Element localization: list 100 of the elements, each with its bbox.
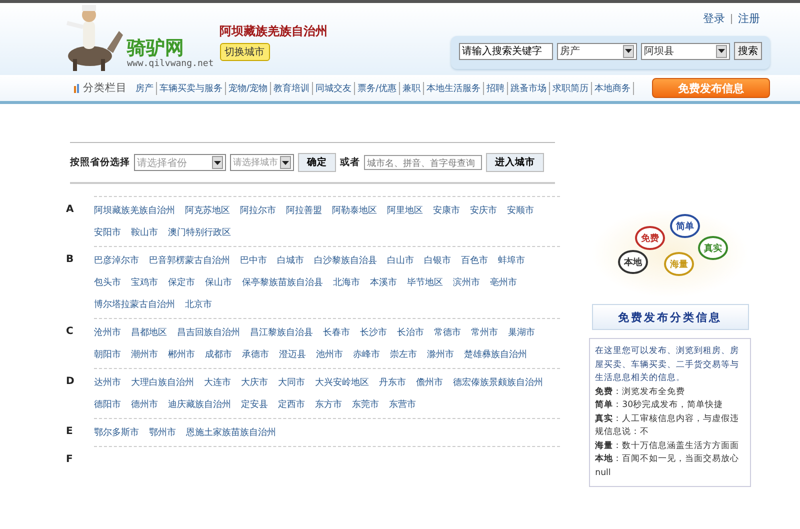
city-link[interactable]: 澳门特别行政区 xyxy=(168,222,231,244)
city-link[interactable]: 保山市 xyxy=(205,272,232,294)
nav-link[interactable]: 求职简历 xyxy=(550,82,592,94)
city-link[interactable]: 鞍山市 xyxy=(131,222,158,244)
nav-link[interactable]: 本地商务 xyxy=(592,82,634,94)
city-link[interactable]: 宝鸡市 xyxy=(131,272,158,294)
city-link[interactable]: 北京市 xyxy=(185,294,212,316)
city-link[interactable]: 巴彦淖尔市 xyxy=(94,250,139,272)
city-link[interactable]: 北海市 xyxy=(333,272,360,294)
city-link[interactable]: 澄迈县 xyxy=(279,344,306,366)
nav-link[interactable]: 跳蚤市场 xyxy=(508,82,550,94)
city-link[interactable]: 沧州市 xyxy=(94,322,121,344)
city-link[interactable]: 潮州市 xyxy=(131,344,158,366)
city-link[interactable]: 巴中市 xyxy=(240,250,267,272)
feature-text: 海量：数十万信息涵盖生活方方面面 xyxy=(595,440,740,452)
city-link[interactable]: 大同市 xyxy=(278,372,305,394)
city-link[interactable]: 阿勒泰地区 xyxy=(332,200,377,222)
city-link[interactable]: 池州市 xyxy=(316,344,343,366)
city-link[interactable]: 阿克苏地区 xyxy=(185,200,230,222)
city-link[interactable]: 巢湖市 xyxy=(508,322,535,344)
city-link[interactable]: 昌都地区 xyxy=(131,322,167,344)
county-dropdown[interactable]: 阿坝县 xyxy=(641,42,730,60)
city-link[interactable]: 赤峰市 xyxy=(353,344,380,366)
city-link[interactable]: 达州市 xyxy=(94,372,121,394)
city-link[interactable]: 常州市 xyxy=(471,322,498,344)
nav-link[interactable]: 票务/优惠 xyxy=(355,82,400,94)
city-link[interactable]: 定安县 xyxy=(241,394,268,416)
city-link[interactable]: 丹东市 xyxy=(379,372,406,394)
city-link[interactable]: 成都市 xyxy=(205,344,232,366)
city-link[interactable]: 百色市 xyxy=(461,250,488,272)
city-link[interactable]: 恩施土家族苗族自治州 xyxy=(186,422,276,444)
nav-link[interactable]: 本地生活服务 xyxy=(424,82,484,94)
city-link[interactable]: 阿坝藏族羌族自治州 xyxy=(94,200,175,222)
city-link[interactable]: 白城市 xyxy=(277,250,304,272)
city-link[interactable]: 大兴安岭地区 xyxy=(315,372,369,394)
city-link[interactable]: 昌江黎族自治县 xyxy=(250,322,313,344)
city-link[interactable]: 楚雄彝族自治州 xyxy=(464,344,527,366)
confirm-button[interactable]: 确定 xyxy=(298,153,336,172)
nav-link[interactable]: 车辆买卖与服务 xyxy=(157,82,226,94)
city-search-field[interactable]: 城市名、拼音、首字母查询 xyxy=(364,155,482,170)
city-link[interactable]: 安阳市 xyxy=(94,222,121,244)
city-link[interactable]: 鄂州市 xyxy=(149,422,176,444)
city-link[interactable]: 昌吉回族自治州 xyxy=(177,322,240,344)
nav-link[interactable]: 兼职 xyxy=(400,82,424,94)
city-link[interactable]: 毕节地区 xyxy=(407,272,443,294)
city-link[interactable]: 大庆市 xyxy=(241,372,268,394)
city-link[interactable]: 定西市 xyxy=(278,394,305,416)
city-link[interactable]: 长治市 xyxy=(397,322,424,344)
city-link[interactable]: 长春市 xyxy=(323,322,350,344)
search-button[interactable]: 搜索 xyxy=(734,42,762,60)
city-link[interactable]: 崇左市 xyxy=(390,344,417,366)
city-link[interactable]: 常德市 xyxy=(434,322,461,344)
nav-link[interactable]: 宠物/宠物 xyxy=(226,82,272,94)
city-link[interactable]: 白沙黎族自治县 xyxy=(314,250,377,272)
city-link[interactable]: 巴音郭楞蒙古自治州 xyxy=(149,250,230,272)
account-link[interactable]: 注册 xyxy=(738,11,760,26)
city-link[interactable]: 迪庆藏族自治州 xyxy=(168,394,231,416)
caret-icon xyxy=(623,44,634,58)
feature-text: 本地：百闻不如一见，当面交易放心 xyxy=(595,453,740,466)
city-link[interactable]: 承德市 xyxy=(242,344,269,366)
city-link[interactable]: 安庆市 xyxy=(470,200,497,222)
city-link[interactable]: 滁州市 xyxy=(427,344,454,366)
enter-city-button[interactable]: 进入城市 xyxy=(486,153,544,172)
city-link[interactable]: 阿拉尔市 xyxy=(240,200,276,222)
account-link[interactable]: 登录 xyxy=(703,11,725,26)
nav-link[interactable]: 招聘 xyxy=(484,82,508,94)
city-link[interactable]: 朝阳市 xyxy=(94,344,121,366)
city-link[interactable]: 东方市 xyxy=(315,394,342,416)
nav-link[interactable]: 教育培训 xyxy=(271,82,314,94)
city-link[interactable]: 大连市 xyxy=(204,372,231,394)
city-link[interactable]: 东营市 xyxy=(389,394,416,416)
city-link[interactable]: 东莞市 xyxy=(352,394,379,416)
city-link[interactable]: 德阳市 xyxy=(94,394,121,416)
city-link[interactable]: 保亭黎族苗族自治县 xyxy=(242,272,323,294)
city-link[interactable]: 蚌埠市 xyxy=(498,250,525,272)
city-link[interactable]: 白银市 xyxy=(424,250,451,272)
city-link[interactable]: 本溪市 xyxy=(370,272,397,294)
city-link[interactable]: 博尔塔拉蒙古自治州 xyxy=(94,294,175,316)
city-link[interactable]: 大理白族自治州 xyxy=(131,372,194,394)
city-link[interactable]: 鄂尔多斯市 xyxy=(94,422,139,444)
nav-link[interactable]: 房产 xyxy=(133,82,157,94)
city-link[interactable]: 儋州市 xyxy=(416,372,443,394)
city-link[interactable]: 滨州市 xyxy=(453,272,480,294)
city-link[interactable]: 德宏傣族景颇族自治州 xyxy=(453,372,543,394)
city-link[interactable]: 白山市 xyxy=(387,250,414,272)
city-link[interactable]: 亳州市 xyxy=(490,272,517,294)
city-link[interactable]: 郴州市 xyxy=(168,344,195,366)
city-link[interactable]: 德州市 xyxy=(131,394,158,416)
switch-city-button[interactable]: 切换城市 xyxy=(220,43,270,61)
city-link[interactable]: 保定市 xyxy=(168,272,195,294)
caret-icon xyxy=(280,156,291,169)
city-link[interactable]: 长沙市 xyxy=(360,322,387,344)
category-dropdown[interactable]: 房产 xyxy=(557,42,637,60)
city-link[interactable]: 安顺市 xyxy=(507,200,534,222)
city-link[interactable]: 包头市 xyxy=(94,272,121,294)
nav-link[interactable]: 同城交友 xyxy=(313,82,356,94)
city-link[interactable]: 阿里地区 xyxy=(387,200,423,222)
city-link[interactable]: 阿拉善盟 xyxy=(286,200,322,222)
city-link[interactable]: 安康市 xyxy=(433,200,460,222)
search-field[interactable]: 请输入搜索关键字 xyxy=(459,42,553,60)
